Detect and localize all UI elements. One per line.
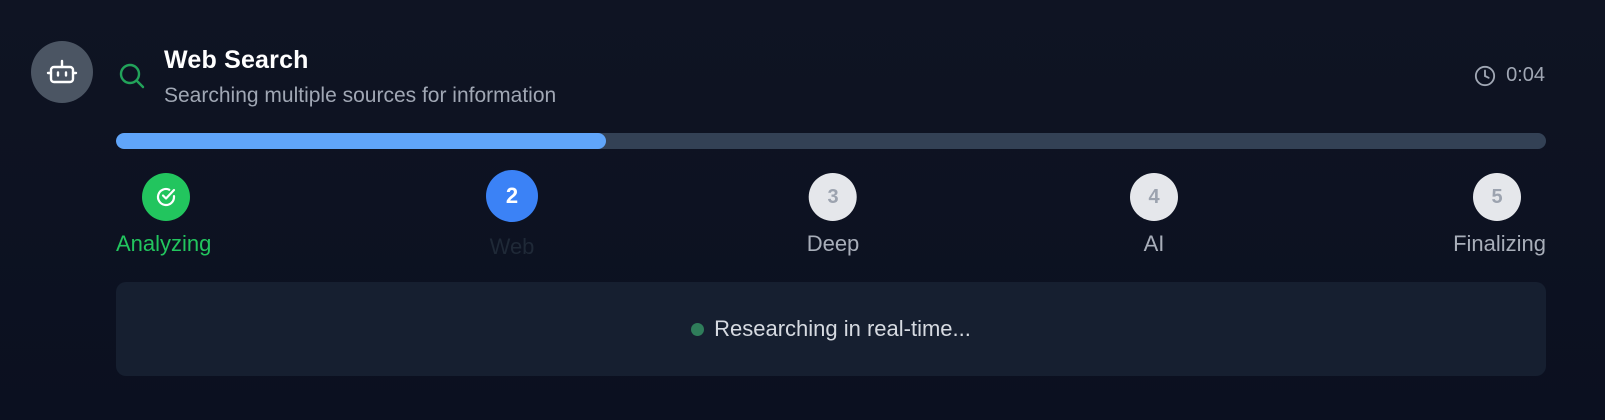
step-analyzing: Analyzing (116, 170, 211, 257)
search-icon (119, 63, 145, 89)
step-5-label: Finalizing (1453, 231, 1546, 256)
step-1-circle (142, 173, 190, 221)
progress-fill (116, 133, 607, 149)
progress-bar (116, 133, 1546, 149)
status-text: Researching in real-time... (714, 316, 971, 341)
page-subtitle: Searching multiple sources for informati… (164, 84, 557, 107)
step-3-circle: 3 (809, 173, 857, 221)
elapsed-timer: 0:04 (1474, 64, 1545, 87)
step-1-label: Analyzing (116, 231, 212, 256)
web-search-card: Web Search Searching multiple sources fo… (0, 0, 1605, 420)
step-ai: 4 AI (1130, 170, 1178, 257)
step-finalizing: 5 Finalizing (1453, 170, 1546, 257)
step-web: 2 Web (486, 170, 538, 260)
live-status-dot (691, 322, 705, 336)
header: Web Search Searching multiple sources fo… (118, 46, 1545, 110)
page-title: Web Search (164, 46, 309, 74)
step-3-label: Deep (806, 231, 860, 256)
step-4-circle: 4 (1130, 173, 1178, 221)
robot-avatar (31, 41, 93, 103)
robot-icon (46, 59, 78, 84)
step-deep: 3 Deep (806, 170, 860, 257)
step-5-circle: 5 (1473, 173, 1521, 221)
step-2-circle: 2 (486, 170, 538, 222)
step-4-label: AI (1143, 231, 1165, 256)
timer-value: 0:04 (1506, 64, 1545, 86)
step-2-label: Web (489, 234, 535, 259)
clock-icon (1474, 65, 1496, 86)
check-circle-icon (156, 187, 176, 207)
status-panel: Researching in real-time... (116, 282, 1546, 376)
